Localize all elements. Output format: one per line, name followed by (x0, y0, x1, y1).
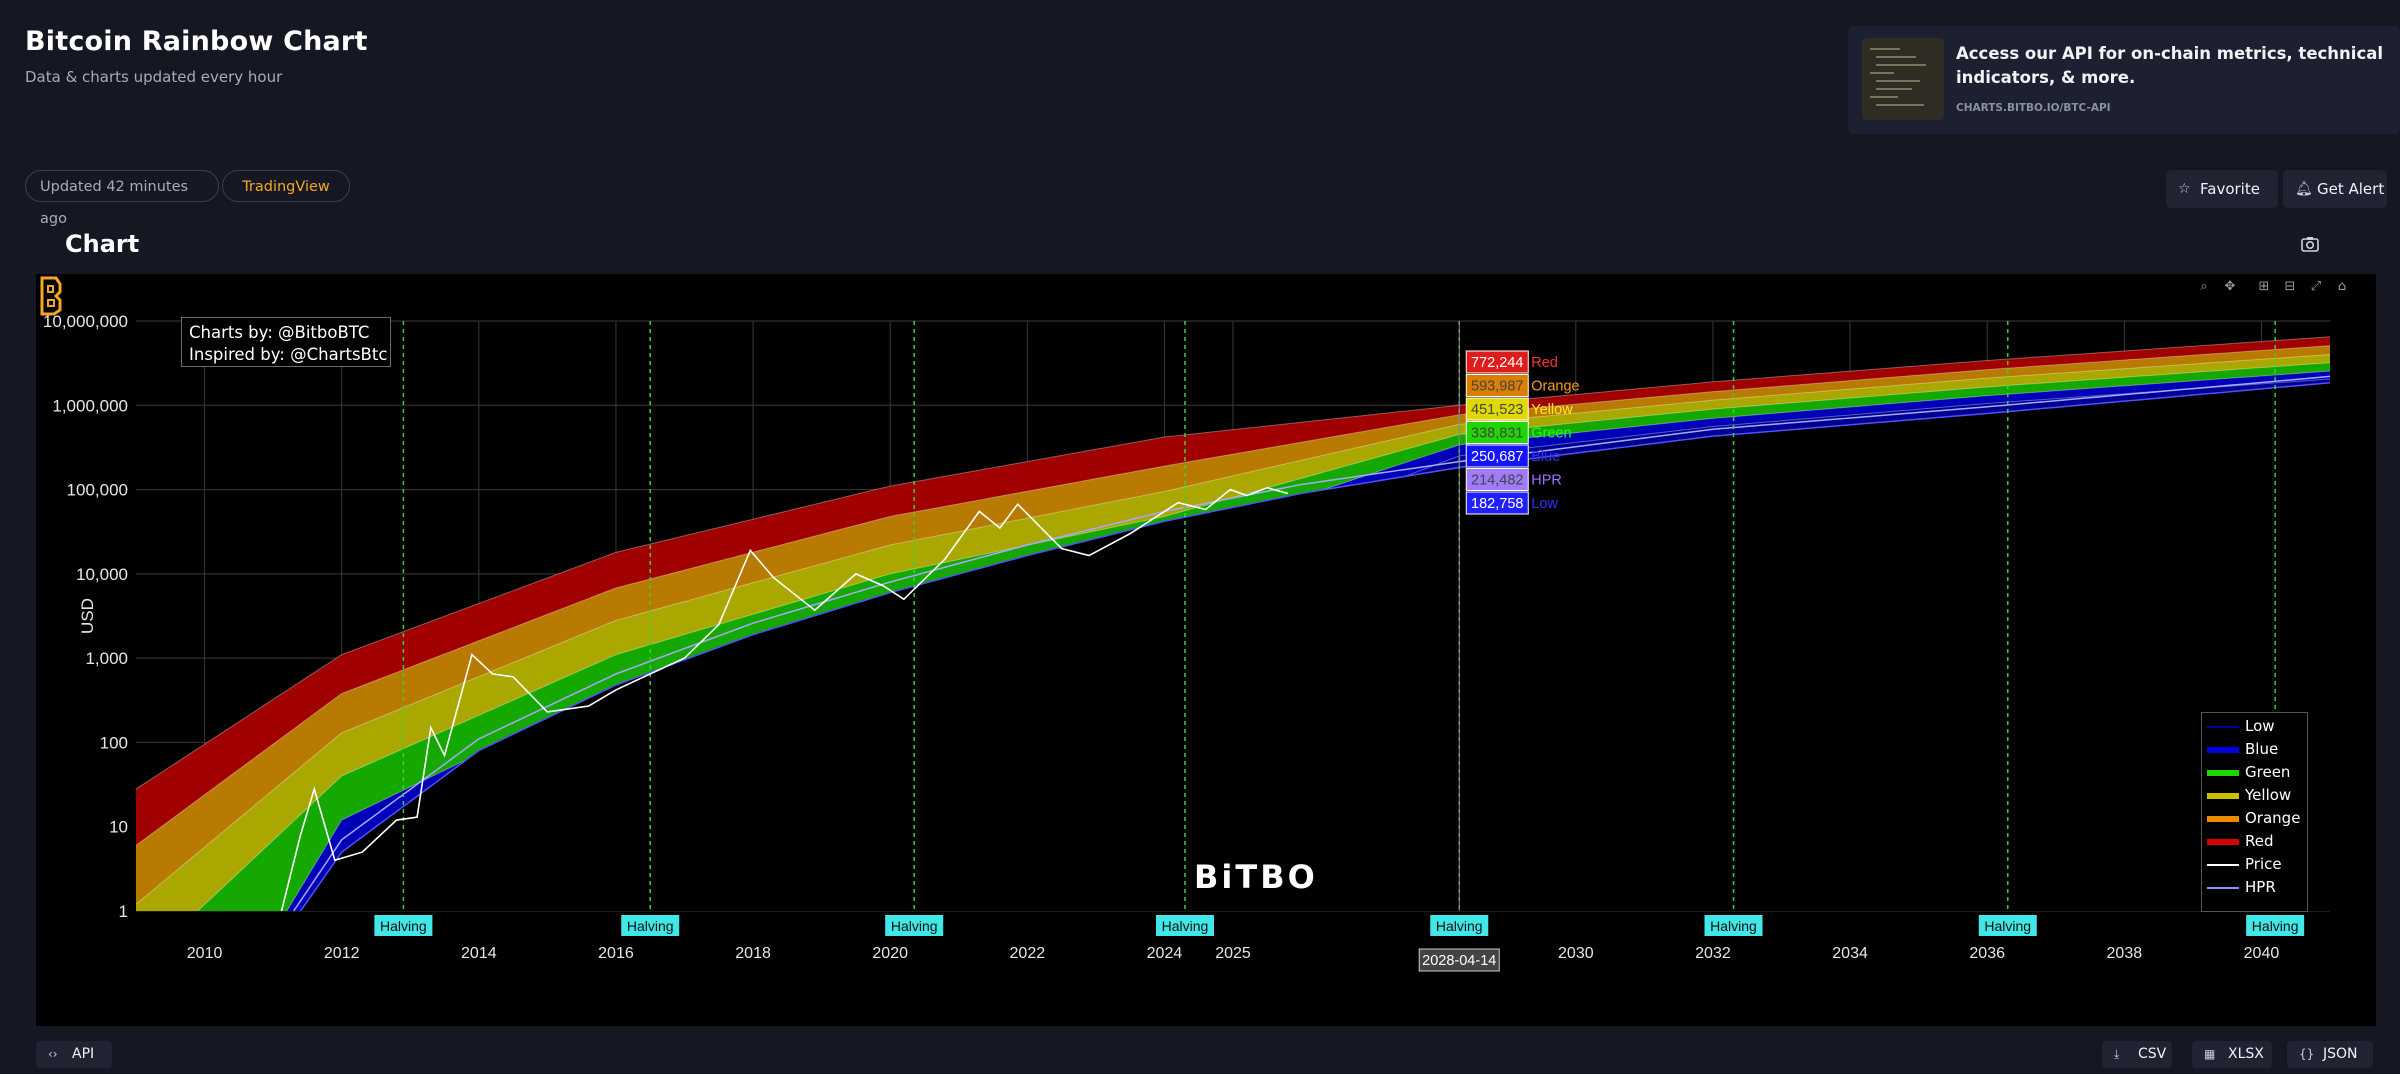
halving-label: Halving (1984, 918, 2031, 934)
x-tick-label: 2038 (2107, 945, 2143, 962)
json-download-button[interactable]: {} JSON (2287, 1041, 2373, 1068)
api-promo-card[interactable]: Access our API for on-chain metrics, tec… (1848, 26, 2400, 134)
page-subtitle: Data & charts updated every hour (25, 68, 283, 86)
hover-value: 338,831 (1471, 426, 1523, 442)
favorite-button[interactable]: ☆ Favorite (2166, 170, 2278, 208)
halving-label: Halving (1710, 918, 1757, 934)
x-tick-label: 2024 (1147, 945, 1183, 962)
hover-series-name: HPR (1531, 473, 1562, 489)
api-label: API (72, 1046, 95, 1062)
csv-label: CSV (2138, 1046, 2167, 1062)
x-tick-label: 2034 (1832, 945, 1868, 962)
braces-icon: {} (2299, 1047, 2315, 1061)
hover-value: 250,687 (1471, 449, 1523, 465)
csv-download-button[interactable]: ⤓ CSV (2102, 1041, 2172, 1068)
updated-status-pill: Updated 42 minutes ago (25, 170, 219, 227)
y-tick-label: 10,000 (76, 565, 128, 584)
legend-item-low[interactable]: Low (2202, 716, 2307, 738)
rainbow-chart[interactable]: 1 10 100 1,000 10,000 100,000 1,000,000 10,000,… (36, 274, 2376, 1026)
rainbow-chart-svg[interactable]: 1101001,00010,000100,0001,000,00010,000,… (36, 274, 2376, 1026)
get-alert-label: Get Alert (2317, 180, 2385, 198)
credit-line-2: Inspired by: @ChartsBtc (189, 345, 388, 364)
chart-legend[interactable]: Low Blue Green Yellow Orange Red Price H… (2201, 712, 2308, 912)
y-tick-label: 1,000,000 (52, 396, 128, 415)
x-tick-label: 2010 (187, 945, 223, 962)
x-tick-label: 2022 (1010, 945, 1046, 962)
halving-label: Halving (1162, 918, 1209, 934)
zoom-in-icon[interactable]: ⊞ (2256, 279, 2272, 295)
hover-series-name: Red (1531, 355, 1558, 371)
halving-label: Halving (2252, 918, 2299, 934)
star-icon: ☆ (2178, 181, 2191, 197)
xlsx-label: XLSX (2228, 1046, 2264, 1062)
api-button[interactable]: ‹› API (36, 1041, 112, 1068)
favorite-label: Favorite (2200, 180, 2260, 198)
halving-label: Halving (1436, 918, 1483, 934)
x-tick-label: 2016 (598, 945, 634, 962)
x-tick-label: 2020 (872, 945, 908, 962)
legend-item-hpr[interactable]: HPR (2202, 877, 2307, 899)
xlsx-download-button[interactable]: ▦ XLSX (2192, 1041, 2272, 1068)
legend-item-green[interactable]: Green (2202, 762, 2307, 784)
hover-value: 214,482 (1471, 473, 1523, 489)
x-tick-label: 2025 (1215, 945, 1251, 962)
y-tick-label: 100,000 (67, 481, 128, 500)
x-tick-label: 2036 (1969, 945, 2005, 962)
x-tick-label: 2030 (1558, 945, 1594, 962)
halving-label: Halving (380, 918, 427, 934)
x-tick-label: 2018 (735, 945, 771, 962)
halving-label: Halving (627, 918, 674, 934)
chart-toolbar: ⌕ ✥ ⊞ ⊟ ⤢ ⌂ (2196, 279, 2376, 299)
zoom-icon[interactable]: ⌕ (2196, 279, 2212, 295)
api-promo-url[interactable]: CHARTS.BITBO.IO/BTC-API (1956, 102, 2111, 114)
pan-icon[interactable]: ✥ (2222, 279, 2238, 295)
camera-icon[interactable] (2300, 234, 2320, 254)
reset-axes-icon[interactable]: ⌂ (2334, 279, 2350, 295)
code-icon: ‹› (48, 1047, 58, 1061)
bell-icon: 🔔︎ (2295, 181, 2313, 197)
download-icon: ⤓ (2114, 1047, 2120, 1061)
autoscale-icon[interactable]: ⤢ (2308, 279, 2324, 295)
hover-series-name: Green (1531, 426, 1571, 442)
table-icon: ▦ (2204, 1047, 2216, 1061)
zoom-out-icon[interactable]: ⊟ (2282, 279, 2298, 295)
hover-series-name: Blue (1531, 449, 1560, 465)
legend-item-red[interactable]: Red (2202, 831, 2307, 853)
chart-credits: Charts by: @BitboBTC Inspired by: @Chart… (181, 317, 391, 367)
legend-item-orange[interactable]: Orange (2202, 808, 2307, 830)
y-tick-label: 10 (109, 818, 128, 837)
hover-series-name: Orange (1531, 379, 1579, 395)
api-code-thumbnail (1862, 38, 1944, 120)
get-alert-button[interactable]: 🔔︎ Get Alert (2283, 170, 2387, 208)
x-tick-label: 2040 (2244, 945, 2280, 962)
legend-item-yellow[interactable]: Yellow (2202, 785, 2307, 807)
halving-label: Halving (891, 918, 938, 934)
bitbo-logo-icon (40, 276, 62, 316)
hover-value: 182,758 (1471, 496, 1523, 512)
page-title: Bitcoin Rainbow Chart (25, 26, 368, 57)
chart-section-title: Chart (65, 230, 140, 258)
hover-value: 772,244 (1471, 355, 1523, 371)
credit-line-1: Charts by: @BitboBTC (189, 323, 370, 342)
hover-series-name: Yellow (1531, 402, 1573, 418)
json-label: JSON (2323, 1046, 2358, 1062)
y-tick-label: 1 (119, 902, 128, 921)
x-tick-label: 2012 (324, 945, 360, 962)
x-tick-label: 2032 (1695, 945, 1731, 962)
tradingview-link[interactable]: TradingView (222, 170, 350, 202)
x-tick-label: 2014 (461, 945, 497, 962)
hover-date: 2028-04-14 (1422, 953, 1496, 969)
bitbo-wordmark: BiTBO (1194, 858, 1318, 896)
hover-series-name: Low (1531, 496, 1558, 512)
y-tick-label: 1,000 (85, 649, 128, 668)
legend-item-price[interactable]: Price (2202, 854, 2307, 876)
hover-value: 451,523 (1471, 402, 1523, 418)
y-tick-label: 100 (100, 733, 128, 752)
hover-value: 593,987 (1471, 379, 1523, 395)
y-axis-label: USD (78, 598, 97, 634)
legend-item-blue[interactable]: Blue (2202, 739, 2307, 761)
api-promo-text: Access our API for on-chain metrics, tec… (1956, 44, 2384, 87)
